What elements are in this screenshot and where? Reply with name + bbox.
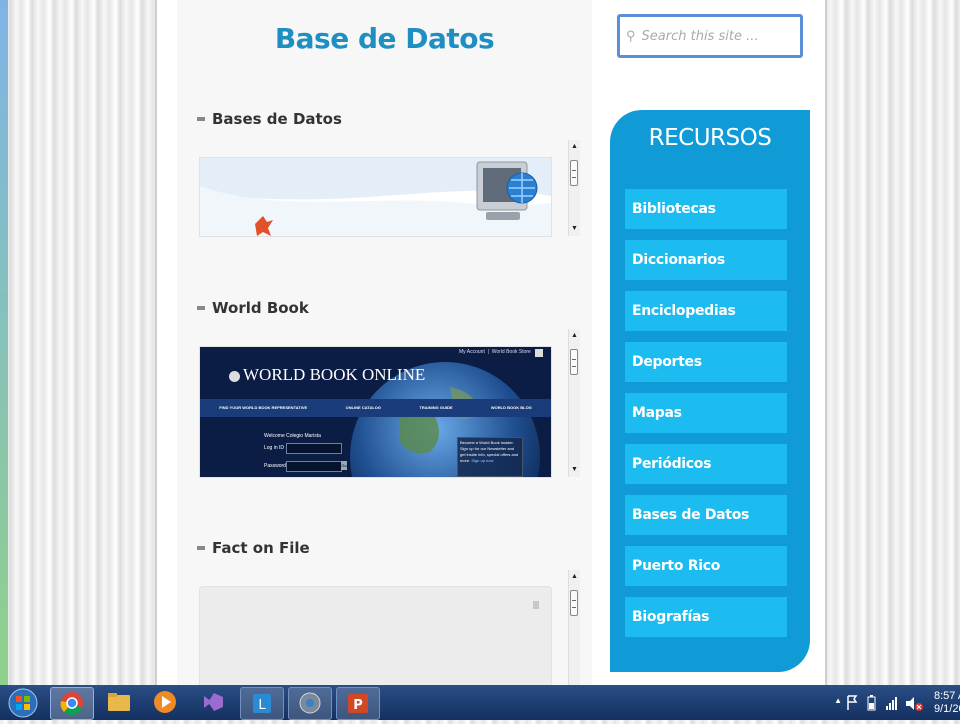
recurso-enciclopedias[interactable]: Enciclopedias (625, 291, 787, 331)
taskbar-media-player[interactable] (144, 687, 186, 718)
section-title: Bases de Datos (212, 110, 342, 128)
clock[interactable]: 8:57 A 9/1/20 (934, 690, 960, 716)
scroll-thumb[interactable] (570, 590, 578, 616)
my-account-link[interactable]: My Account (459, 349, 485, 355)
nav-world-book-blog[interactable]: WORLD BOOK BLOG (491, 405, 532, 410)
taskbar-powerpoint[interactable]: P (336, 687, 380, 720)
world-book-scrollbar[interactable]: ▲ ▼ (568, 329, 580, 477)
movie-maker-icon (299, 692, 321, 714)
volume-muted-icon[interactable] (906, 697, 923, 711)
folder-icon (108, 693, 130, 711)
desktop-edge (0, 0, 8, 685)
collapse-icon[interactable] (197, 306, 205, 310)
login-label: Log in ID (264, 445, 285, 451)
section-heading-world-book[interactable]: World Book (197, 299, 309, 317)
taskbar-chrome[interactable] (50, 687, 94, 720)
network-signal-icon[interactable] (886, 697, 897, 710)
world-book-nav: FIND YOUR WORLD BOOK REPRESENTATIVE ONLI… (200, 405, 551, 410)
collapse-icon[interactable] (197, 546, 205, 550)
svg-text:P: P (353, 698, 363, 713)
page-title: Base de Datos (274, 22, 495, 55)
login-id-input[interactable] (286, 443, 342, 454)
bases-de-datos-embed[interactable] (199, 157, 552, 237)
world-book-globe-icon (229, 370, 240, 382)
collapse-icon[interactable] (197, 117, 205, 121)
windows-start-icon (8, 688, 38, 718)
world-book-top-links: My Account | World Book Store (459, 349, 531, 355)
scroll-thumb[interactable] (570, 160, 578, 186)
password-label: Password (264, 463, 286, 469)
action-center-flag-icon[interactable] (847, 695, 858, 710)
browser-page: Base de Datos Bases de Datos ▲ ▼ World B… (155, 0, 827, 687)
fact-on-file-embed[interactable] (199, 586, 552, 687)
nav-training-guide[interactable]: TRAINING GUIDE (419, 405, 452, 410)
scroll-down-arrow-icon[interactable]: ▼ (569, 465, 580, 475)
sign-up-link[interactable]: Sign up now (471, 458, 493, 463)
scroll-thumb[interactable] (570, 349, 578, 375)
welcome-text: Welcome Colegio Marista (264, 433, 321, 439)
powerpoint-icon: P (348, 694, 368, 713)
visual-studio-icon (204, 693, 223, 711)
clock-time: 8:57 A (934, 690, 960, 702)
scroll-up-arrow-icon[interactable]: ▲ (569, 331, 580, 341)
clock-date: 9/1/20 (934, 703, 960, 715)
taskbar-visual-studio[interactable] (192, 687, 234, 718)
recurso-periodicos[interactable]: Periódicos (625, 444, 787, 484)
taskbar-explorer[interactable] (98, 687, 140, 718)
recurso-bases-de-datos-gratuitas[interactable]: Bases de Datos Gratuitas (625, 495, 787, 563)
computer-globe-illustration (200, 158, 551, 236)
password-input[interactable] (286, 461, 342, 472)
scroll-up-arrow-icon[interactable]: ▲ (569, 142, 580, 152)
section-heading-bases-de-datos[interactable]: Bases de Datos (197, 110, 342, 128)
taskbar-movie-maker[interactable] (288, 687, 332, 720)
search-icon: ⚲ (626, 28, 636, 43)
bases-de-datos-scrollbar[interactable]: ▲ ▼ (568, 140, 580, 236)
windows-taskbar: L P ▲ 8:57 A 9/1/20 (0, 685, 960, 720)
search-box[interactable]: ⚲ (617, 14, 803, 58)
recurso-biografias[interactable]: Biografías (625, 597, 787, 637)
world-book-logo: WORLD BOOK ONLINE (229, 365, 425, 385)
expand-icon[interactable] (535, 349, 543, 357)
chrome-icon (60, 692, 83, 716)
section-title: Fact on File (212, 539, 310, 557)
recurso-mapas[interactable]: Mapas (625, 393, 787, 433)
scroll-up-arrow-icon[interactable]: ▲ (569, 572, 580, 582)
media-player-icon (154, 691, 176, 713)
tray-icons (847, 695, 923, 711)
lync-icon: L (253, 694, 271, 713)
recursos-title: RECURSOS (648, 125, 772, 151)
battery-icon[interactable] (867, 695, 876, 711)
search-input[interactable] (639, 27, 794, 45)
start-button[interactable] (4, 687, 42, 718)
scroll-down-arrow-icon[interactable]: ▼ (569, 224, 580, 234)
expand-icon[interactable] (533, 601, 539, 609)
world-book-store-link[interactable]: World Book Store (492, 349, 531, 355)
insider-promo: Become a World Book Insider. Sign up for… (457, 437, 523, 477)
svg-text:L: L (258, 698, 266, 713)
taskbar-lync[interactable]: L (240, 687, 284, 720)
recurso-bibliotecas-virtuales[interactable]: Bibliotecas Virtuales (625, 189, 787, 257)
fact-on-file-scrollbar[interactable]: ▲ (568, 570, 580, 685)
main-content: Base de Datos Bases de Datos ▲ ▼ World B… (177, 0, 592, 687)
sidebar: ⚲ RECURSOS Bibliotecas Virtuales Diccion… (610, 0, 810, 685)
recurso-puerto-rico[interactable]: Puerto Rico (625, 546, 787, 586)
section-heading-fact-on-file[interactable]: Fact on File (197, 539, 310, 557)
world-book-embed[interactable]: WORLD BOOK ONLINE My Account | World Boo… (199, 346, 552, 478)
recurso-deportes[interactable]: Deportes (625, 342, 787, 382)
nav-online-catalog[interactable]: ONLINE CATALOG (346, 405, 381, 410)
section-title: World Book (212, 299, 309, 317)
recursos-panel: RECURSOS Bibliotecas Virtuales Diccionar… (610, 110, 810, 672)
nav-find-rep[interactable]: FIND YOUR WORLD BOOK REPRESENTATIVE (219, 405, 307, 410)
login-go-button[interactable]: Go (341, 461, 347, 470)
recurso-diccionarios[interactable]: Diccionarios (625, 240, 787, 280)
